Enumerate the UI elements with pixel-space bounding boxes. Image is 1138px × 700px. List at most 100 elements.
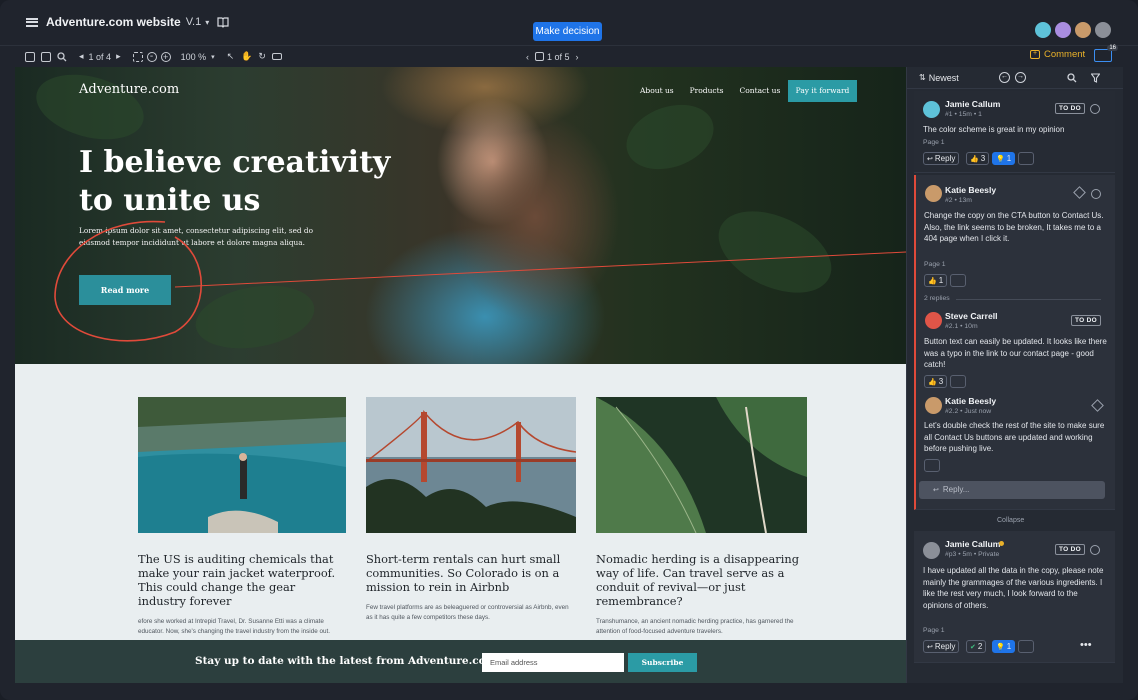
search-icon[interactable] xyxy=(1067,73,1077,83)
like-reaction[interactable]: 👍 1 xyxy=(924,274,948,287)
notifications-icon[interactable]: 16 xyxy=(1094,45,1118,62)
site-logo[interactable]: Adventure.com xyxy=(79,82,179,97)
zoom-level[interactable]: 100 % xyxy=(181,52,207,62)
pointer-icon[interactable]: ↖ xyxy=(227,51,235,62)
zoom-in-icon[interactable]: + xyxy=(160,51,171,62)
fit-icon[interactable] xyxy=(132,51,143,62)
reply-button[interactable]: ↩ Reply xyxy=(923,640,960,653)
layout-icon[interactable] xyxy=(25,51,35,62)
reply-button[interactable]: ↩ Reply xyxy=(923,152,960,165)
design-canvas[interactable]: Adventure.com About us Products Contact … xyxy=(15,67,906,683)
nav-contact[interactable]: Contact us xyxy=(739,86,780,95)
nav-about[interactable]: About us xyxy=(640,86,674,95)
comment-card[interactable]: Jamie Callum #1 • 15m • 1 TO DO The colo… xyxy=(914,91,1115,173)
resolve-check-icon[interactable] xyxy=(1091,189,1101,199)
idea-reaction[interactable]: 💡 1 xyxy=(992,152,1016,165)
resolve-check-icon[interactable] xyxy=(1090,104,1100,114)
idea-reaction[interactable]: 💡 1 xyxy=(992,640,1016,653)
add-reaction-icon[interactable] xyxy=(924,459,940,472)
reply-label: Reply xyxy=(934,154,956,163)
avatar[interactable] xyxy=(1094,21,1112,39)
comment-button[interactable]: + Comment xyxy=(1030,49,1085,60)
like-reaction[interactable]: 👍 3 xyxy=(924,375,948,388)
nav-products[interactable]: Products xyxy=(690,86,724,95)
prev-comment-icon[interactable]: ← xyxy=(999,72,1010,83)
grid-icon[interactable] xyxy=(41,51,51,62)
lightbulb-icon: 💡 xyxy=(996,155,1005,163)
add-reaction-icon[interactable] xyxy=(1018,640,1034,653)
comment-author: Jamie Callum xyxy=(945,539,1001,549)
collapse-thread-button[interactable]: Collapse xyxy=(997,517,1024,524)
version-caret-icon[interactable]: ▾ xyxy=(205,18,209,27)
menu-icon[interactable] xyxy=(26,17,38,27)
add-reaction-icon[interactable] xyxy=(950,274,966,287)
bridge-image xyxy=(365,397,577,533)
idea-count: 1 xyxy=(1006,154,1012,163)
add-reaction-icon[interactable] xyxy=(950,375,966,388)
next-page-icon[interactable]: ▸ xyxy=(116,51,121,62)
zoom-caret-icon[interactable]: ▾ xyxy=(211,53,215,61)
hand-icon[interactable]: ✋ xyxy=(241,51,252,62)
article-card[interactable]: Nomadic herding is a disappearing way of… xyxy=(596,397,807,637)
comment-author: Steve Carrell xyxy=(945,311,998,321)
foliage-shape xyxy=(29,67,151,151)
ruler-icon[interactable] xyxy=(271,53,282,60)
todo-badge[interactable]: TO DO xyxy=(1055,103,1085,114)
filter-icon[interactable] xyxy=(1091,73,1100,83)
card-desc: Few travel platforms are as beleaguered … xyxy=(366,604,569,621)
page-indicator: 1 of 5 xyxy=(546,51,570,62)
make-decision-button[interactable]: Make decision xyxy=(533,22,602,41)
comment-text: The color scheme is great in my opinion xyxy=(923,125,1065,134)
reply-input[interactable]: ↩ Reply... xyxy=(919,481,1105,499)
comment-page: Page 1 xyxy=(923,627,945,634)
add-reaction-icon[interactable] xyxy=(1018,152,1034,165)
comment-card[interactable]: Jamie Callum #p3 • 5m • Private TO DO I … xyxy=(914,531,1115,663)
more-options-icon[interactable]: ••• xyxy=(1080,639,1092,651)
artboard-icon xyxy=(534,52,544,61)
card-desc: efore she worked at Intrepid Travel, Dr.… xyxy=(138,618,330,635)
zoom-out-icon[interactable]: - xyxy=(146,51,157,62)
reply-placeholder: Reply... xyxy=(942,485,970,494)
tag-icon[interactable] xyxy=(1073,186,1086,199)
next-comment-icon[interactable]: → xyxy=(1015,72,1026,83)
pay-it-forward-button[interactable]: Pay it forward xyxy=(788,80,857,102)
article-card[interactable]: The US is auditing chemicals that make y… xyxy=(138,397,346,637)
check-reaction[interactable]: ✔ 2 xyxy=(966,640,987,653)
avatar xyxy=(923,101,940,118)
sort-icon[interactable]: ⇅ xyxy=(919,73,926,82)
sort-label[interactable]: Newest xyxy=(929,73,959,83)
comment-thread[interactable]: Katie Beesly #2 • 13m Change the copy on… xyxy=(914,175,1115,510)
version-label[interactable]: V.1 xyxy=(186,16,202,28)
avatar[interactable] xyxy=(1054,21,1072,39)
prev-page-icon[interactable]: ◂ xyxy=(79,51,84,62)
todo-badge[interactable]: TO DO xyxy=(1071,315,1101,326)
avatar[interactable] xyxy=(1074,21,1092,39)
comment-author: Katie Beesly xyxy=(945,185,997,195)
search-icon[interactable] xyxy=(57,51,67,62)
comment-meta: #1 • 15m • 1 xyxy=(945,111,982,118)
card-title[interactable]: Short-term rentals can hurt small commun… xyxy=(366,552,576,594)
foliage-shape xyxy=(617,93,723,181)
resolve-check-icon[interactable] xyxy=(1090,545,1100,555)
comment-meta: #2.1 • 10m xyxy=(945,323,978,330)
tag-icon[interactable] xyxy=(1091,399,1104,412)
document-title[interactable]: Adventure.com website xyxy=(46,15,181,29)
card-title[interactable]: Nomadic herding is a disappearing way of… xyxy=(596,552,807,608)
avatar[interactable] xyxy=(1034,21,1052,39)
book-icon[interactable] xyxy=(217,16,229,28)
prev-artboard-icon[interactable]: ‹ xyxy=(526,52,529,62)
page-nav-label: 1 of 4 xyxy=(88,51,112,62)
todo-badge[interactable]: TO DO xyxy=(1055,544,1085,555)
email-field[interactable] xyxy=(482,653,624,672)
replies-count[interactable]: 2 replies xyxy=(924,295,950,302)
like-reaction[interactable]: 👍 3 xyxy=(966,152,990,165)
subscribe-button[interactable]: Subscribe xyxy=(628,653,697,672)
card-title[interactable]: The US is auditing chemicals that make y… xyxy=(138,552,346,608)
next-artboard-icon[interactable]: › xyxy=(575,52,578,62)
article-card[interactable]: Short-term rentals can hurt small commun… xyxy=(365,397,577,623)
reply-label: Reply xyxy=(934,642,956,651)
online-dot-icon xyxy=(999,541,1004,546)
read-more-button[interactable]: Read more xyxy=(79,275,171,305)
rotate-icon[interactable]: ↻ xyxy=(258,51,266,62)
subscribe-text: Stay up to date with the latest from Adv… xyxy=(195,655,497,667)
